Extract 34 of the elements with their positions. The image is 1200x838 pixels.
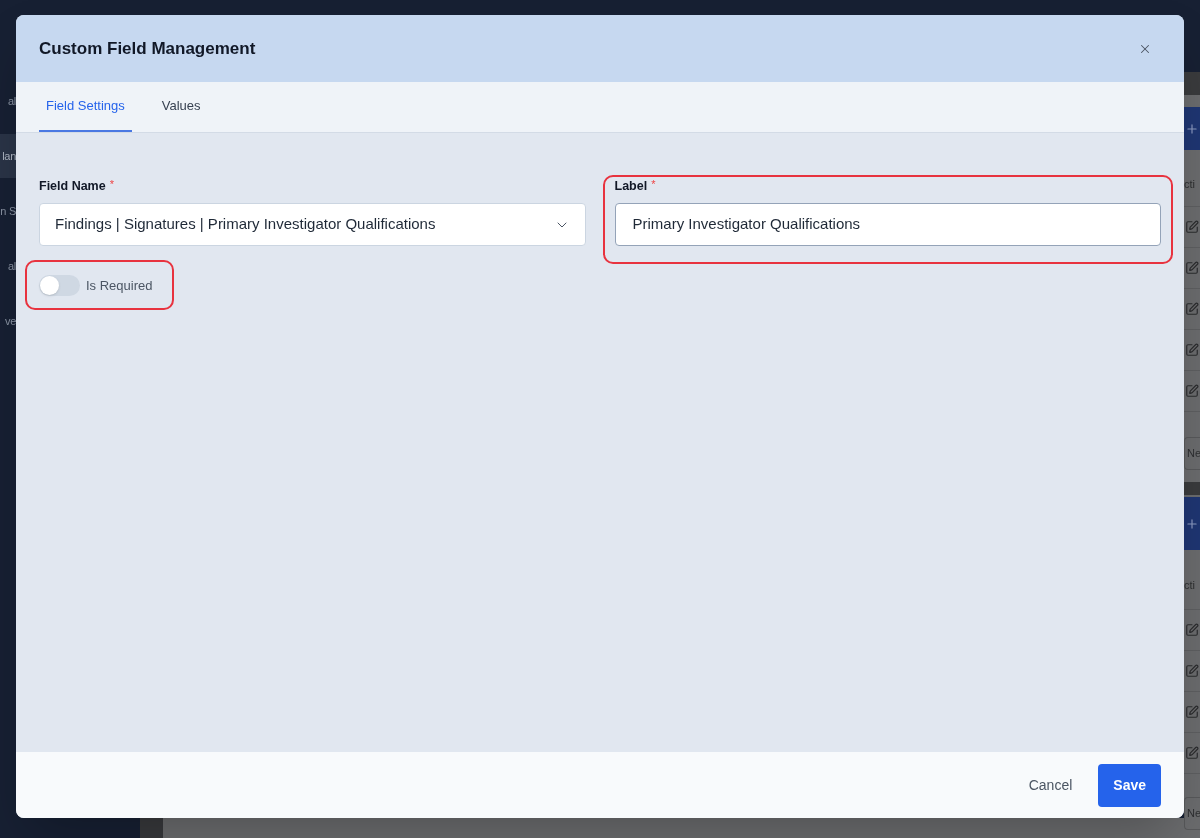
cancel-button[interactable]: Cancel xyxy=(1014,763,1087,807)
panel-header-bar xyxy=(1184,72,1200,95)
sidebar-item[interactable]: al xyxy=(0,79,16,123)
required-asterisk: * xyxy=(109,179,114,190)
sidebar-item[interactable]: al xyxy=(0,244,16,288)
edit-icon[interactable] xyxy=(1185,384,1199,398)
edit-icon[interactable] xyxy=(1185,623,1199,637)
tab[interactable]: Values xyxy=(154,82,208,132)
sidebar-item[interactable]: lan xyxy=(0,134,16,178)
tab[interactable]: Field Settings xyxy=(39,82,132,132)
label-input[interactable]: Primary Investigator Qualifications xyxy=(614,203,1161,246)
edit-icon[interactable] xyxy=(1185,343,1199,357)
edit-icon[interactable] xyxy=(1185,261,1199,275)
edit-icon[interactable] xyxy=(1185,220,1199,234)
save-button[interactable]: Save xyxy=(1098,763,1161,807)
content-gutter xyxy=(140,818,163,838)
panel-header-bar xyxy=(1184,482,1200,495)
toggle-label: Is Required xyxy=(86,276,153,295)
add-button[interactable] xyxy=(1184,497,1200,550)
field-name-select[interactable]: Findings | Signatures | Primary Investigator Qualifications xyxy=(39,203,586,246)
sidebar-item[interactable]: n S xyxy=(0,189,16,233)
edit-icon[interactable] xyxy=(1185,664,1199,678)
field-label: Label xyxy=(614,179,648,194)
required-asterisk: * xyxy=(651,179,656,190)
sidebar-item[interactable]: ve xyxy=(0,299,16,343)
field-label: Field Name xyxy=(39,179,106,194)
dialog-title: Custom Field Management xyxy=(39,37,256,60)
edit-icon[interactable] xyxy=(1185,705,1199,719)
edit-icon[interactable] xyxy=(1185,302,1199,316)
required-toggle[interactable] xyxy=(39,275,80,296)
edit-icon[interactable] xyxy=(1185,746,1199,760)
plus-icon xyxy=(1185,516,1199,531)
add-button[interactable] xyxy=(1184,107,1200,150)
plus-icon xyxy=(1185,121,1199,136)
